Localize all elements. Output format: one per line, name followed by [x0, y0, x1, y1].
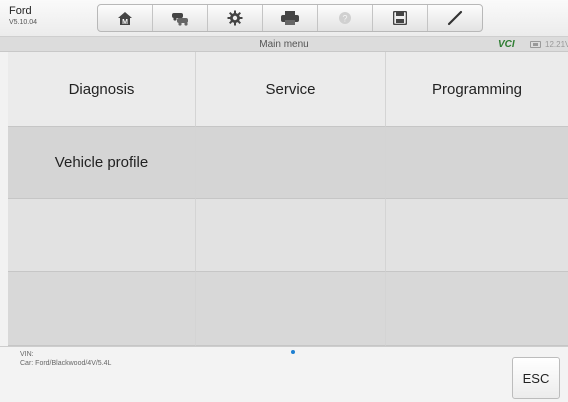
menu-empty-cell — [386, 199, 568, 272]
svg-text:?: ? — [342, 14, 347, 24]
page-indicator — [291, 350, 295, 354]
printer-icon — [281, 11, 299, 25]
app-version: V5.10.04 — [9, 19, 38, 26]
pen-button[interactable] — [428, 5, 482, 31]
vehicle-swap-icon — [172, 13, 188, 26]
top-bar: Ford V5.10.04 M ? — [0, 0, 568, 37]
menu-empty-cell — [196, 199, 386, 272]
page-title: Main menu — [259, 39, 309, 50]
toolbar: M ? — [97, 4, 483, 32]
help-button[interactable]: ? — [318, 5, 373, 31]
help-icon: ? — [339, 12, 351, 24]
menu-item-service[interactable]: Service — [196, 52, 386, 127]
battery-icon — [530, 41, 541, 48]
title-strip: Main menu VCI 12.21V — [0, 37, 568, 52]
app-title: Ford V5.10.04 — [9, 5, 38, 27]
home-button[interactable]: M — [98, 5, 153, 31]
menu-item-programming[interactable]: Programming — [386, 52, 568, 127]
vin-label: VIN: — [20, 351, 34, 358]
home-icon: M — [118, 11, 132, 26]
svg-text:M: M — [122, 19, 128, 26]
menu-empty-cell — [8, 272, 196, 346]
car-info: Car: Ford/Blackwood/4V/5.4L — [20, 360, 112, 367]
vci-status-icon: VCI — [498, 39, 515, 50]
pen-icon — [447, 10, 463, 26]
footer: VIN: Car: Ford/Blackwood/4V/5.4L ESC — [0, 346, 568, 402]
main-menu-grid: Diagnosis Service Programming Vehicle pr… — [8, 52, 568, 346]
app-name: Ford — [9, 5, 32, 17]
menu-empty-cell — [196, 272, 386, 346]
settings-button[interactable] — [208, 5, 263, 31]
vehicle-swap-button[interactable] — [153, 5, 208, 31]
print-button[interactable] — [263, 5, 318, 31]
save-button[interactable] — [373, 5, 428, 31]
voltage-readout: 12.21V — [545, 40, 568, 49]
menu-item-diagnosis[interactable]: Diagnosis — [8, 52, 196, 127]
menu-empty-cell — [196, 127, 386, 199]
settings-gear-icon — [227, 10, 243, 26]
menu-item-vehicle-profile[interactable]: Vehicle profile — [8, 127, 196, 199]
save-icon — [393, 11, 407, 25]
esc-button[interactable]: ESC — [512, 357, 560, 399]
menu-empty-cell — [8, 199, 196, 272]
menu-empty-cell — [386, 127, 568, 199]
menu-empty-cell — [386, 272, 568, 346]
